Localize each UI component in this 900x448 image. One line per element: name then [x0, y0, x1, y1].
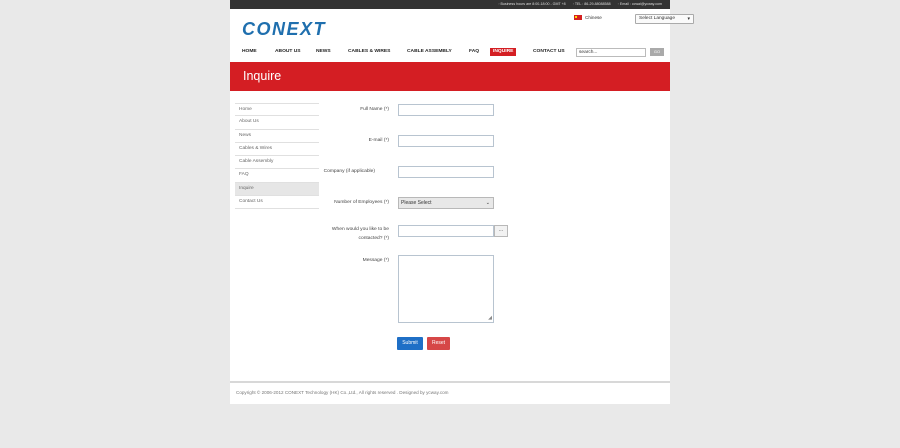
china-flag-icon	[574, 15, 582, 20]
chevron-down-icon: ▾	[687, 16, 690, 22]
email-input[interactable]	[398, 135, 494, 147]
nav-home[interactable]: HOME	[242, 48, 257, 56]
full-name-label: Full Name (*)	[360, 107, 389, 112]
telephone: TEL : 86-29-88088588	[573, 0, 611, 9]
full-name-input[interactable]	[398, 104, 494, 116]
email-label: E-mail (*)	[368, 138, 389, 143]
nav-about-us[interactable]: ABOUT US	[275, 48, 301, 56]
sidebar-menu: Home About Us News Cables & Wires Cable …	[235, 103, 319, 210]
message-label: Message (*)	[362, 258, 389, 263]
search-input[interactable]: search...	[576, 48, 646, 57]
sidebar-item-inquire[interactable]: Inquire	[235, 182, 319, 197]
sidebar-item-about-us[interactable]: About Us	[235, 116, 319, 130]
employees-select[interactable]: Please Select ⌄	[398, 197, 494, 209]
page-banner: Inquire	[230, 62, 670, 91]
nav-news[interactable]: NEWS	[316, 48, 331, 56]
conext-logo[interactable]: CONEXT	[242, 19, 326, 40]
company-input[interactable]	[398, 166, 494, 178]
nav-cable-assembly[interactable]: CABLE ASSEMBLY	[407, 48, 452, 56]
contact-time-label-line1: When would you like to be	[331, 227, 389, 232]
resize-grip-icon[interactable]: ◢	[488, 316, 492, 321]
nav-contact-us[interactable]: CONTACT US	[533, 48, 565, 56]
page-title: Inquire	[243, 69, 282, 83]
contact-time-label-line2: contacted? (*)	[358, 236, 389, 241]
page-container: Business hours are 8:00-18:00 - GMT +8 T…	[230, 0, 694, 404]
search-go-button[interactable]: GO	[650, 48, 664, 56]
email-link[interactable]: Email : ccwai@ycway.com	[618, 0, 662, 9]
footer-copyright: Copyright © 2006-2012 CONEXT Technology …	[236, 390, 449, 395]
footer-divider	[230, 381, 670, 383]
top-info-bar: Business hours are 8:00-18:00 - GMT +8 T…	[230, 0, 670, 9]
nav-cables-wires[interactable]: CABLES & WIRES	[348, 48, 390, 56]
message-textarea[interactable]: ◢	[398, 255, 494, 323]
business-hours: Business hours are 8:00-18:00 - GMT +8	[498, 0, 566, 9]
submit-button[interactable]: Submit	[397, 337, 423, 350]
reset-button[interactable]: Reset	[427, 337, 450, 350]
nav-inquire[interactable]: INQUIRE	[490, 48, 517, 56]
company-label: Company (if applicable)	[323, 169, 375, 174]
chinese-link[interactable]: Chinese	[585, 15, 602, 20]
contact-time-input[interactable]	[398, 225, 494, 237]
language-select[interactable]: Select Language ▾	[635, 14, 694, 24]
employees-label: Number of Employees (*)	[334, 200, 389, 205]
nav-faq[interactable]: FAQ	[469, 48, 479, 56]
chevron-down-icon: ⌄	[485, 200, 490, 206]
language-switch[interactable]: Chinese	[574, 15, 602, 20]
date-picker-button[interactable]: ...	[494, 225, 508, 237]
